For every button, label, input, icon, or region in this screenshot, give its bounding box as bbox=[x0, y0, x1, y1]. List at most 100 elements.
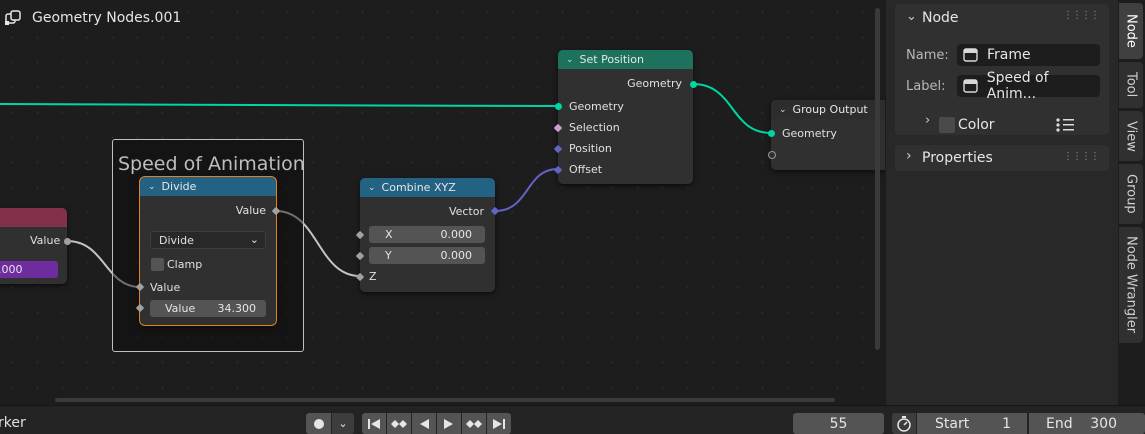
set-position-input-offset: Offset bbox=[569, 163, 603, 176]
label-value: Speed of Anim... bbox=[986, 70, 1049, 102]
name-value: Frame bbox=[987, 47, 1031, 63]
tab-node[interactable]: Node bbox=[1119, 3, 1143, 59]
marker-menu[interactable]: rker bbox=[0, 415, 26, 431]
keying-options-dropdown[interactable]: ⌄ bbox=[332, 413, 354, 434]
tab-tool[interactable]: Tool bbox=[1119, 62, 1143, 108]
color-label: Color bbox=[958, 117, 995, 133]
keyframe-back-icon bbox=[391, 419, 407, 428]
value-output-socket[interactable] bbox=[64, 238, 71, 245]
divide-title: Divide bbox=[161, 180, 197, 193]
horizontal-scrollbar[interactable] bbox=[55, 398, 835, 402]
drag-handle-icon[interactable]: ⋮⋮⋮⋮ bbox=[1063, 10, 1100, 21]
tab-node-wrangler[interactable]: Node Wrangler bbox=[1119, 227, 1143, 343]
chevron-right-icon[interactable]: › bbox=[925, 113, 930, 128]
node-tree-icon[interactable] bbox=[4, 9, 22, 27]
sidebar-panel: ⌄ Node ⋮⋮⋮⋮ Name: Frame Label: Speed of … bbox=[885, 0, 1119, 405]
link-vector-offset bbox=[494, 168, 559, 212]
jump-to-start-button[interactable] bbox=[362, 413, 386, 434]
name-field[interactable]: Frame bbox=[957, 44, 1100, 66]
use-preview-range-toggle[interactable] bbox=[892, 413, 916, 434]
divide-value-field[interactable]: Value 34.300 bbox=[150, 300, 266, 317]
combine-xyz-node[interactable]: ⌄ Combine XYZ Vector X 0.000 Y 0.000 Z bbox=[355, 178, 500, 292]
y-label: Y bbox=[385, 249, 392, 262]
divide-node[interactable]: ⌄ Divide Value Divide ⌄ Clamp Value Valu… bbox=[135, 176, 281, 326]
preset-list-icon[interactable] bbox=[1055, 117, 1075, 133]
auto-keying-toggle[interactable] bbox=[306, 413, 331, 434]
set-position-input-position: Position bbox=[569, 142, 612, 155]
frame-label: Speed of Animation bbox=[118, 153, 305, 175]
combine-xyz-header[interactable]: ⌄ Combine XYZ bbox=[360, 178, 495, 197]
x-field[interactable]: X 0.000 bbox=[369, 226, 485, 243]
combine-xyz-title: Combine XYZ bbox=[381, 181, 456, 194]
divide-header[interactable]: ⌄ Divide bbox=[140, 177, 276, 196]
link-geometry-out bbox=[692, 83, 772, 134]
drag-handle-icon[interactable]: ⋮⋮⋮⋮ bbox=[1063, 151, 1100, 162]
operation-dropdown[interactable]: Divide ⌄ bbox=[150, 231, 266, 249]
label-label: Label: bbox=[906, 79, 946, 94]
node-editor[interactable]: Geometry Nodes.001 Value .000 Speed of A… bbox=[0, 0, 885, 405]
group-output-header[interactable]: ⌄ Group Output bbox=[771, 100, 885, 119]
collapse-chevron-icon[interactable]: ⌄ bbox=[148, 182, 156, 192]
keyframe-forward-icon bbox=[466, 419, 482, 428]
start-frame-field[interactable]: Start 1 bbox=[917, 413, 1027, 434]
tab-node-label: Node bbox=[1123, 14, 1139, 48]
tab-group-label: Group bbox=[1123, 174, 1139, 214]
link-geometry-in bbox=[0, 103, 559, 107]
x-label: X bbox=[385, 228, 393, 241]
group-output-geometry-socket[interactable] bbox=[768, 130, 775, 137]
record-icon bbox=[313, 418, 324, 429]
clamp-checkbox[interactable] bbox=[151, 258, 164, 271]
node-panel-title[interactable]: Node bbox=[922, 10, 959, 26]
group-output-empty-socket[interactable] bbox=[768, 151, 776, 159]
current-frame-field[interactable]: 55 bbox=[793, 413, 884, 434]
chevron-right-icon[interactable]: › bbox=[906, 148, 912, 164]
properties-panel[interactable]: › Properties ⋮⋮⋮⋮ bbox=[895, 145, 1109, 171]
end-frame-field[interactable]: End 300 bbox=[1029, 413, 1145, 434]
properties-title[interactable]: Properties bbox=[922, 150, 993, 166]
collapse-chevron-icon[interactable]: ⌄ bbox=[368, 183, 376, 193]
frame-icon bbox=[963, 79, 978, 93]
tab-tool-label: Tool bbox=[1123, 72, 1139, 98]
current-frame-value: 55 bbox=[829, 415, 848, 432]
tab-node-wrangler-label: Node Wrangler bbox=[1123, 236, 1139, 334]
jump-to-keyframe-back-button[interactable] bbox=[387, 413, 411, 434]
geometry-input-socket[interactable] bbox=[555, 103, 562, 110]
geometry-output-socket[interactable] bbox=[690, 81, 697, 88]
clamp-label: Clamp bbox=[167, 258, 203, 271]
collapse-chevron-icon[interactable]: ⌄ bbox=[566, 55, 574, 65]
play-button[interactable] bbox=[437, 413, 461, 434]
y-field[interactable]: Y 0.000 bbox=[369, 247, 485, 264]
divide-value: 34.300 bbox=[217, 302, 257, 315]
play-reverse-icon bbox=[420, 418, 429, 429]
set-position-title: Set Position bbox=[579, 53, 644, 66]
collapse-chevron-icon[interactable]: ⌄ bbox=[779, 105, 787, 115]
value-node-header[interactable] bbox=[0, 208, 67, 227]
chevron-down-icon[interactable]: ⌄ bbox=[906, 9, 917, 24]
play-reverse-button[interactable] bbox=[412, 413, 436, 434]
set-position-header[interactable]: ⌄ Set Position bbox=[558, 50, 693, 69]
combine-xyz-output-label: Vector bbox=[448, 205, 484, 218]
group-output-node[interactable]: ⌄ Group Output Geometry bbox=[768, 100, 885, 170]
node-tree-name[interactable]: Geometry Nodes.001 bbox=[32, 10, 181, 26]
set-position-input-geometry: Geometry bbox=[569, 100, 624, 113]
name-label: Name: bbox=[906, 48, 949, 63]
color-checkbox[interactable] bbox=[939, 117, 955, 133]
value-field[interactable]: .000 bbox=[0, 261, 58, 278]
label-field[interactable]: Speed of Anim... bbox=[957, 70, 1100, 102]
tab-group[interactable]: Group bbox=[1119, 164, 1143, 224]
tab-view[interactable]: View bbox=[1119, 111, 1143, 161]
z-label: Z bbox=[369, 270, 377, 283]
vertical-scrollbar[interactable] bbox=[875, 8, 880, 350]
value-output-label: Value bbox=[30, 234, 61, 247]
editor-header: Geometry Nodes.001 bbox=[0, 9, 181, 27]
jump-start-icon bbox=[368, 418, 380, 429]
node-panel: ⌄ Node ⋮⋮⋮⋮ Name: Frame Label: Speed of … bbox=[895, 4, 1109, 135]
jump-to-end-button[interactable] bbox=[487, 413, 511, 434]
set-position-input-selection: Selection bbox=[569, 121, 620, 134]
play-icon bbox=[444, 418, 453, 429]
value-field-value: .000 bbox=[0, 263, 23, 276]
set-position-node[interactable]: ⌄ Set Position Geometry Geometry Selecti… bbox=[553, 50, 697, 184]
value-node[interactable]: Value .000 bbox=[0, 208, 71, 284]
jump-to-keyframe-forward-button[interactable] bbox=[462, 413, 486, 434]
y-value: 0.000 bbox=[440, 249, 473, 262]
